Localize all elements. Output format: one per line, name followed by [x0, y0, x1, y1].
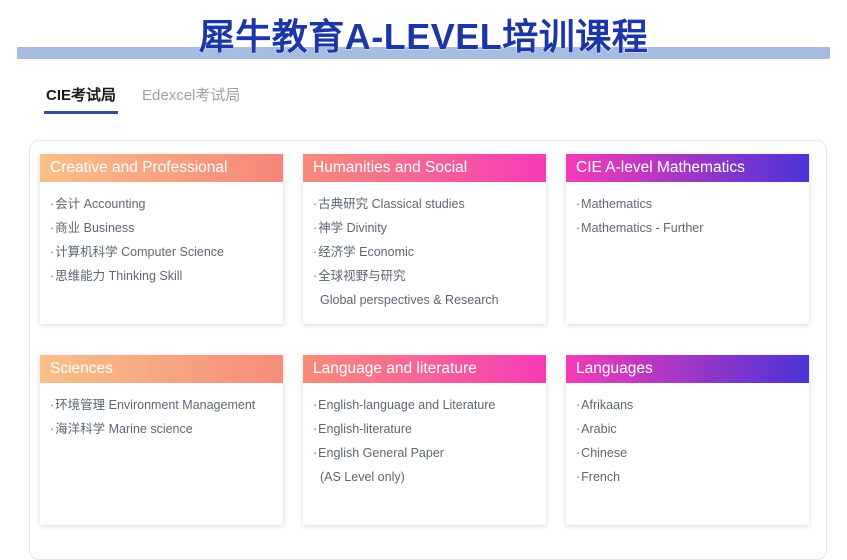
course-list-item[interactable]: ·古典研究 Classical studies	[313, 192, 538, 216]
course-list-item-label: English General Paper	[318, 446, 444, 460]
course-card-title: Languages	[566, 355, 809, 383]
page-title: 犀牛教育A-LEVEL培训课程	[198, 16, 649, 58]
course-card: Creative and Professional ·会计 Accounting ·…	[40, 154, 283, 324]
course-list-item[interactable]: ·French	[576, 465, 801, 489]
course-card: Language and literature ·English-language…	[303, 355, 546, 525]
bullet-icon: ·	[313, 269, 318, 283]
bullet-icon: ·	[576, 446, 581, 460]
course-list-item-label: Global perspectives & Research	[320, 293, 499, 307]
course-card-list: ·古典研究 Classical studies ·神学 Divinity ·经济学 …	[303, 182, 546, 324]
course-card-title: Sciences	[40, 355, 283, 383]
course-list-item[interactable]: ·经济学 Economic	[313, 240, 538, 264]
course-list-item[interactable]: (AS Level only)	[313, 465, 538, 489]
course-list-item[interactable]: ·English General Paper	[313, 441, 538, 465]
course-list-item[interactable]: ·会计 Accounting	[50, 192, 275, 216]
bullet-icon: ·	[50, 422, 55, 436]
course-list-item[interactable]: ·English-literature	[313, 417, 538, 441]
course-list-item-label: English-literature	[318, 422, 412, 436]
course-card-list: ·Mathematics ·Mathematics - Further	[566, 182, 809, 324]
course-list-item[interactable]: ·Mathematics - Further	[576, 216, 801, 240]
course-panel: Creative and Professional ·会计 Accounting ·…	[29, 140, 827, 560]
course-card-list: ·Afrikaans ·Arabic ·Chinese ·French	[566, 383, 809, 525]
course-card: Languages ·Afrikaans ·Arabic ·Chinese ·Frenc…	[566, 355, 809, 525]
course-list-item[interactable]: Global perspectives & Research	[313, 288, 538, 312]
course-card-grid: Creative and Professional ·会计 Accounting ·…	[40, 154, 809, 525]
course-list-item-label: 环境管理 Environment Management	[55, 398, 256, 412]
course-list-item[interactable]: ·思维能力 Thinking Skill	[50, 264, 275, 288]
course-card-title: Language and literature	[303, 355, 546, 383]
course-list-item-label: 古典研究 Classical studies	[318, 197, 465, 211]
bullet-icon: ·	[50, 269, 55, 283]
course-list-item-label: 经济学 Economic	[318, 245, 415, 259]
course-list-item-label: Mathematics - Further	[581, 221, 704, 235]
course-card: Humanities and Social ·古典研究 Classical stu…	[303, 154, 546, 324]
bullet-icon: ·	[576, 221, 581, 235]
course-card-title: Humanities and Social	[303, 154, 546, 182]
course-list-item-label: Chinese	[581, 446, 628, 460]
course-list-item-label: Afrikaans	[581, 398, 634, 412]
course-list-item-label: 商业 Business	[55, 221, 135, 235]
bullet-icon: ·	[576, 197, 581, 211]
bullet-icon: ·	[50, 221, 55, 235]
bullet-icon: ·	[313, 197, 318, 211]
course-list-item-label: 海洋科学 Marine science	[55, 422, 193, 436]
bullet-icon: ·	[313, 446, 318, 460]
bullet-icon: ·	[576, 470, 581, 484]
course-list-item[interactable]: ·Chinese	[576, 441, 801, 465]
course-list-item-label: 会计 Accounting	[55, 197, 146, 211]
course-list-item[interactable]: ·Arabic	[576, 417, 801, 441]
course-list-item-label: 思维能力 Thinking Skill	[55, 269, 183, 283]
page-header: 犀牛教育A-LEVEL培训课程	[0, 0, 847, 78]
bullet-icon: ·	[576, 422, 581, 436]
course-card-list: ·English-language and Literature ·English…	[303, 383, 546, 525]
course-card-title: CIE A-level Mathematics	[566, 154, 809, 182]
bullet-icon: ·	[50, 245, 55, 259]
tab-edexcel[interactable]: Edexcel考试局	[140, 84, 242, 114]
course-list-item[interactable]: ·商业 Business	[50, 216, 275, 240]
course-list-item[interactable]: ·计算机科学 Computer Science	[50, 240, 275, 264]
bullet-icon: ·	[50, 197, 55, 211]
course-card-list: ·会计 Accounting ·商业 Business ·计算机科学 Compute…	[40, 182, 283, 324]
course-list-item[interactable]: ·English-language and Literature	[313, 393, 538, 417]
bullet-icon: ·	[313, 422, 318, 436]
course-list-item-label: Arabic	[581, 422, 617, 436]
course-list-item-label: French	[581, 470, 621, 484]
tab-cie[interactable]: CIE考试局	[44, 84, 119, 114]
course-list-item-label: Mathematics	[581, 197, 653, 211]
course-card-title: Creative and Professional	[40, 154, 283, 182]
bullet-icon: ·	[576, 398, 581, 412]
exam-board-tabs: CIE考试局 Edexcel考试局	[44, 78, 847, 114]
course-card: CIE A-level Mathematics ·Mathematics ·Math…	[566, 154, 809, 324]
course-list-item-label: (AS Level only)	[320, 470, 405, 484]
course-list-item[interactable]: ·Afrikaans	[576, 393, 801, 417]
course-list-item-label: 全球视野与研究	[318, 269, 406, 283]
course-list-item[interactable]: ·全球视野与研究	[313, 264, 538, 288]
course-card-list: ·环境管理 Environment Management ·海洋科学 Marine…	[40, 383, 283, 525]
course-list-item[interactable]: ·海洋科学 Marine science	[50, 417, 275, 441]
course-card: Sciences ·环境管理 Environment Management ·海洋科…	[40, 355, 283, 525]
course-list-item[interactable]: ·Mathematics	[576, 192, 801, 216]
course-list-item-label: English-language and Literature	[318, 398, 496, 412]
course-list-item[interactable]: ·环境管理 Environment Management	[50, 393, 275, 417]
course-list-item[interactable]: ·神学 Divinity	[313, 216, 538, 240]
bullet-icon: ·	[50, 398, 55, 412]
course-list-item-label: 神学 Divinity	[318, 221, 387, 235]
bullet-icon: ·	[313, 245, 318, 259]
bullet-icon: ·	[313, 398, 318, 412]
course-list-item-label: 计算机科学 Computer Science	[55, 245, 224, 259]
bullet-icon: ·	[313, 221, 318, 235]
